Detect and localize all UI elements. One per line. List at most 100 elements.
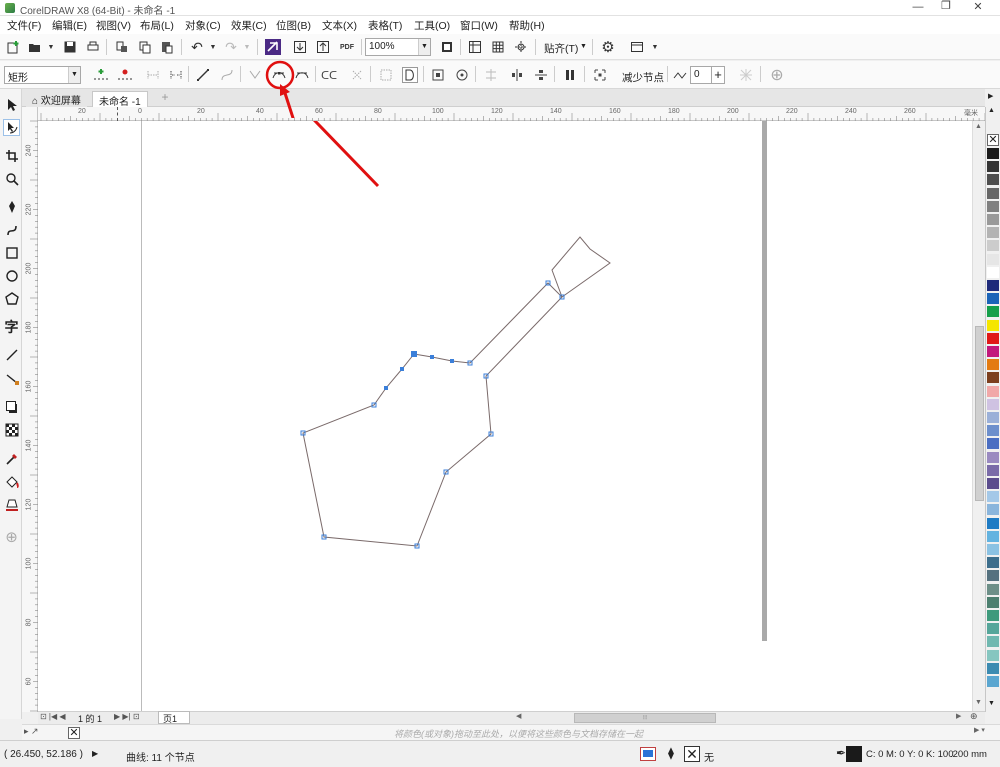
document-palette-tools-icon[interactable]: ▸ ↗ — [24, 726, 39, 737]
no-color-swatch-icon[interactable]: ✕ — [987, 134, 999, 146]
color-swatch[interactable] — [987, 372, 999, 384]
join-nodes-icon[interactable] — [144, 66, 162, 84]
color-swatch[interactable] — [987, 148, 999, 159]
extract-subpath-icon[interactable] — [377, 66, 395, 84]
elastic-mode-icon[interactable] — [561, 66, 579, 84]
mirror-horizontal-icon[interactable] — [508, 66, 526, 84]
scroll-down-icon[interactable]: ▼ — [975, 699, 982, 706]
full-screen-preview-icon[interactable] — [438, 38, 456, 56]
color-swatch[interactable] — [987, 174, 999, 186]
selection-mode-select[interactable]: 矩形 ▼ — [4, 66, 81, 84]
add-node-icon[interactable] — [92, 66, 110, 84]
color-swatch[interactable] — [987, 385, 999, 397]
restore-button[interactable]: ❐ — [935, 0, 957, 15]
delete-node-icon[interactable] — [116, 66, 134, 84]
reflect-nodes-icon[interactable] — [737, 66, 755, 84]
color-swatch[interactable] — [987, 623, 999, 635]
outline-color-swatch[interactable] — [846, 746, 862, 762]
artistic-media-tool-icon[interactable] — [3, 221, 20, 238]
menu-object[interactable]: 对象(C) — [185, 18, 221, 33]
menu-window[interactable]: 窗口(W) — [460, 18, 498, 33]
chevron-right-icon[interactable]: ▶ — [988, 92, 993, 100]
scroll-left-icon[interactable]: ◀ — [516, 712, 521, 720]
rectangle-tool-icon[interactable] — [3, 244, 20, 261]
menu-layout[interactable]: 布局(L) — [140, 18, 174, 33]
curve-smoothness-icon[interactable] — [672, 66, 690, 84]
color-swatch[interactable] — [987, 306, 999, 318]
color-swatch[interactable] — [987, 319, 999, 331]
convert-to-curve-icon[interactable] — [218, 66, 236, 84]
close-button[interactable]: ✕ — [967, 0, 989, 16]
menu-table[interactable]: 表格(T) — [368, 18, 402, 33]
parallel-dimension-tool-icon[interactable] — [3, 346, 20, 363]
color-swatch[interactable] — [987, 662, 999, 674]
color-swatch[interactable] — [987, 200, 999, 212]
zoom-to-fit-icon[interactable]: ⊕ — [970, 711, 978, 722]
color-swatch[interactable] — [987, 676, 999, 687]
menu-view[interactable]: 视图(V) — [96, 18, 131, 33]
cut-icon[interactable] — [113, 38, 131, 56]
import-icon[interactable] — [291, 38, 309, 56]
color-swatch[interactable] — [987, 253, 999, 265]
horizontal-ruler[interactable]: 20 0 20 40 60 80 100 120 140 160 180 200… — [38, 107, 985, 121]
transparency-tool-icon[interactable] — [3, 421, 20, 438]
chevron-down-icon[interactable]: ▼ — [646, 38, 664, 56]
show-rulers-icon[interactable] — [466, 38, 484, 56]
menu-bitmaps[interactable]: 位图(B) — [276, 18, 311, 33]
save-icon[interactable] — [61, 38, 79, 56]
fill-none-swatch-icon[interactable]: ✕ — [684, 746, 700, 762]
application-launcher-icon[interactable] — [628, 38, 646, 56]
color-swatch[interactable] — [987, 610, 999, 621]
drawing-canvas[interactable] — [38, 107, 972, 711]
mirror-vertical-icon[interactable] — [532, 66, 550, 84]
quick-customize-plus-icon[interactable]: ⊕ — [768, 66, 786, 84]
reduce-nodes-button[interactable]: 减少节点 — [622, 70, 664, 85]
color-swatch[interactable] — [987, 280, 999, 291]
vertical-ruler[interactable]: 240 220 200 180 160 140 120 100 80 60 — [22, 107, 38, 712]
page-last-icon[interactable]: ▶ ▶| ⊡ — [114, 712, 140, 721]
no-color-swatch-icon[interactable]: ✕ — [68, 727, 80, 739]
color-swatch[interactable] — [987, 544, 999, 555]
color-swatch[interactable] — [987, 398, 999, 410]
color-swatch[interactable] — [987, 412, 999, 423]
paste-icon[interactable] — [158, 38, 176, 56]
reverse-direction-icon[interactable]: ᑕᑕ — [320, 66, 338, 84]
add-tool-plus-icon[interactable]: ⊕ — [3, 528, 20, 546]
eyedropper-tool-icon[interactable] — [3, 450, 20, 467]
color-swatch[interactable] — [987, 636, 999, 648]
smoothness-plus-icon[interactable]: + — [711, 66, 725, 84]
color-swatch[interactable] — [987, 332, 999, 344]
color-swatch[interactable] — [987, 161, 999, 173]
color-swatch[interactable] — [987, 504, 999, 516]
tab-document[interactable]: 未命名 -1 — [92, 91, 148, 108]
color-swatch[interactable] — [987, 359, 999, 371]
menu-edit[interactable]: 编辑(E) — [52, 18, 87, 33]
color-swatch[interactable] — [987, 425, 999, 437]
color-swatch[interactable] — [987, 478, 999, 489]
interactive-fill-tool-icon[interactable] — [3, 473, 20, 490]
drop-shadow-tool-icon[interactable] — [3, 398, 20, 415]
scroll-right-icon[interactable]: ▶ — [956, 712, 961, 720]
menu-tools[interactable]: 工具(O) — [414, 18, 450, 33]
color-swatch[interactable] — [987, 557, 999, 569]
text-tool-icon[interactable]: 字 — [3, 318, 20, 335]
align-nodes-icon[interactable] — [482, 66, 500, 84]
crop-tool-icon[interactable] — [3, 147, 20, 164]
color-swatch[interactable] — [987, 464, 999, 476]
new-document-icon[interactable] — [4, 38, 22, 56]
publish-pdf-icon[interactable]: PDF — [338, 38, 356, 56]
break-curve-icon[interactable] — [167, 66, 185, 84]
curve-smoothness-input[interactable]: 0 — [690, 66, 712, 84]
palette-scroll-icon[interactable]: ▶ ▾ — [974, 726, 985, 734]
color-swatch[interactable] — [987, 649, 999, 661]
color-swatch[interactable] — [987, 293, 999, 305]
show-grid-icon[interactable] — [489, 38, 507, 56]
export-icon[interactable] — [314, 38, 332, 56]
color-swatch[interactable] — [987, 187, 999, 199]
stretch-scale-nodes-icon[interactable] — [429, 66, 447, 84]
print-icon[interactable] — [84, 38, 102, 56]
color-swatch[interactable] — [987, 517, 999, 529]
color-swatch[interactable] — [987, 346, 999, 357]
select-all-nodes-icon[interactable] — [591, 66, 609, 84]
shape-tool-icon[interactable] — [3, 119, 20, 136]
